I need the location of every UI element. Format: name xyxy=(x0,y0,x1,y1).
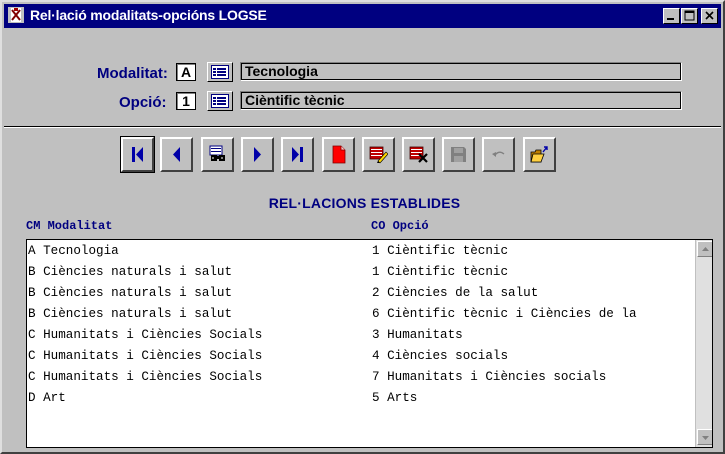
list-row[interactable]: C Humanitats i Ciències Socials 7 Humani… xyxy=(27,367,697,388)
opcio-description: Cièntific tècnic xyxy=(240,91,682,110)
main-window: Rel·lació modalitats-opcións LOGSE Modal… xyxy=(0,0,725,454)
delete-record-icon xyxy=(409,146,428,163)
modalitat-label: Modalitat: xyxy=(97,65,168,82)
minimize-button[interactable] xyxy=(663,8,680,24)
list-row[interactable]: B Ciències naturals i salut 6 Cièntific … xyxy=(27,304,697,325)
undo-icon xyxy=(492,151,505,157)
next-record-icon xyxy=(254,147,261,162)
edit-record-button[interactable] xyxy=(362,137,395,172)
row-modalitat: B Ciències naturals i salut xyxy=(28,286,233,300)
maximize-icon xyxy=(684,10,695,21)
new-record-button[interactable] xyxy=(322,137,355,172)
opcio-label: Opció: xyxy=(119,94,167,111)
scroll-down-button[interactable] xyxy=(697,429,712,445)
column-header-modalitat: CM Modalitat xyxy=(26,219,113,233)
row-opcio: 6 Cièntific tècnic i Ciències de la xyxy=(372,307,637,321)
find-icon xyxy=(209,145,225,161)
list-row[interactable]: B Ciències naturals i salut 1 Cièntific … xyxy=(27,262,697,283)
arrow-up-icon xyxy=(702,247,709,251)
row-modalitat: B Ciències naturals i salut xyxy=(28,307,233,321)
window-title: Rel·lació modalitats-opcións LOGSE xyxy=(30,7,267,23)
list-row[interactable]: C Humanitats i Ciències Socials 3 Humani… xyxy=(27,325,697,346)
row-opcio: 1 Cièntific tècnic xyxy=(372,244,509,258)
relations-list[interactable]: A Tecnologia 1 Cièntific tècnic B Ciènci… xyxy=(26,239,713,448)
list-row[interactable]: A Tecnologia 1 Cièntific tècnic xyxy=(27,241,697,262)
minimize-icon xyxy=(667,18,674,20)
row-modalitat: C Humanitats i Ciències Socials xyxy=(28,370,263,384)
row-opcio: 7 Humanitats i Ciències socials xyxy=(372,370,607,384)
close-icon xyxy=(705,11,714,20)
last-record-button[interactable] xyxy=(281,137,314,172)
vertical-scrollbar[interactable] xyxy=(695,240,712,447)
app-icon xyxy=(8,7,24,23)
modalitat-description: Tecnologia xyxy=(240,62,682,81)
separator-highlight xyxy=(4,127,721,128)
exit-icon xyxy=(530,146,548,163)
list-heading: REL·LACIONS ESTABLIDES xyxy=(268,195,461,211)
new-record-icon xyxy=(332,145,346,164)
modalitat-lookup-button[interactable] xyxy=(207,62,233,82)
previous-record-icon xyxy=(173,147,180,162)
list-row[interactable]: B Ciències naturals i salut 2 Ciències d… xyxy=(27,283,697,304)
list-row[interactable]: C Humanitats i Ciències Socials 4 Ciènci… xyxy=(27,346,697,367)
list-icon xyxy=(211,94,229,108)
scroll-up-button[interactable] xyxy=(697,241,712,257)
list-row[interactable]: D Art 5 Arts xyxy=(27,388,697,409)
first-record-icon xyxy=(132,147,143,162)
opcio-lookup-button[interactable] xyxy=(207,91,233,111)
title-bar[interactable]: Rel·lació modalitats-opcións LOGSE xyxy=(4,4,721,28)
list-icon xyxy=(211,65,229,79)
row-modalitat: B Ciències naturals i salut xyxy=(28,265,233,279)
delete-record-button[interactable] xyxy=(402,137,435,172)
row-opcio: 5 Arts xyxy=(372,391,418,405)
find-button[interactable] xyxy=(201,137,234,172)
save-icon xyxy=(451,147,466,162)
maximize-button[interactable] xyxy=(681,8,698,24)
exit-button[interactable] xyxy=(523,137,556,172)
last-record-icon xyxy=(292,147,303,162)
modalitat-code-field[interactable]: A xyxy=(176,63,196,81)
next-record-button[interactable] xyxy=(241,137,274,172)
arrow-down-icon xyxy=(702,436,709,440)
row-opcio: 2 Ciències de la salut xyxy=(372,286,539,300)
row-modalitat: D Art xyxy=(28,391,66,405)
edit-record-icon xyxy=(369,146,388,164)
undo-button[interactable] xyxy=(482,137,515,172)
previous-record-button[interactable] xyxy=(160,137,193,172)
first-record-button[interactable] xyxy=(120,136,155,173)
row-modalitat: C Humanitats i Ciències Socials xyxy=(28,349,263,363)
close-button[interactable] xyxy=(701,8,718,24)
row-opcio: 1 Cièntific tècnic xyxy=(372,265,509,279)
save-button[interactable] xyxy=(442,137,475,172)
column-header-opcio: CO Opció xyxy=(371,219,429,233)
row-modalitat: A Tecnologia xyxy=(28,244,119,258)
row-opcio: 3 Humanitats xyxy=(372,328,463,342)
opcio-code-field[interactable]: 1 xyxy=(176,92,196,110)
row-modalitat: C Humanitats i Ciències Socials xyxy=(28,328,263,342)
row-opcio: 4 Ciències socials xyxy=(372,349,509,363)
